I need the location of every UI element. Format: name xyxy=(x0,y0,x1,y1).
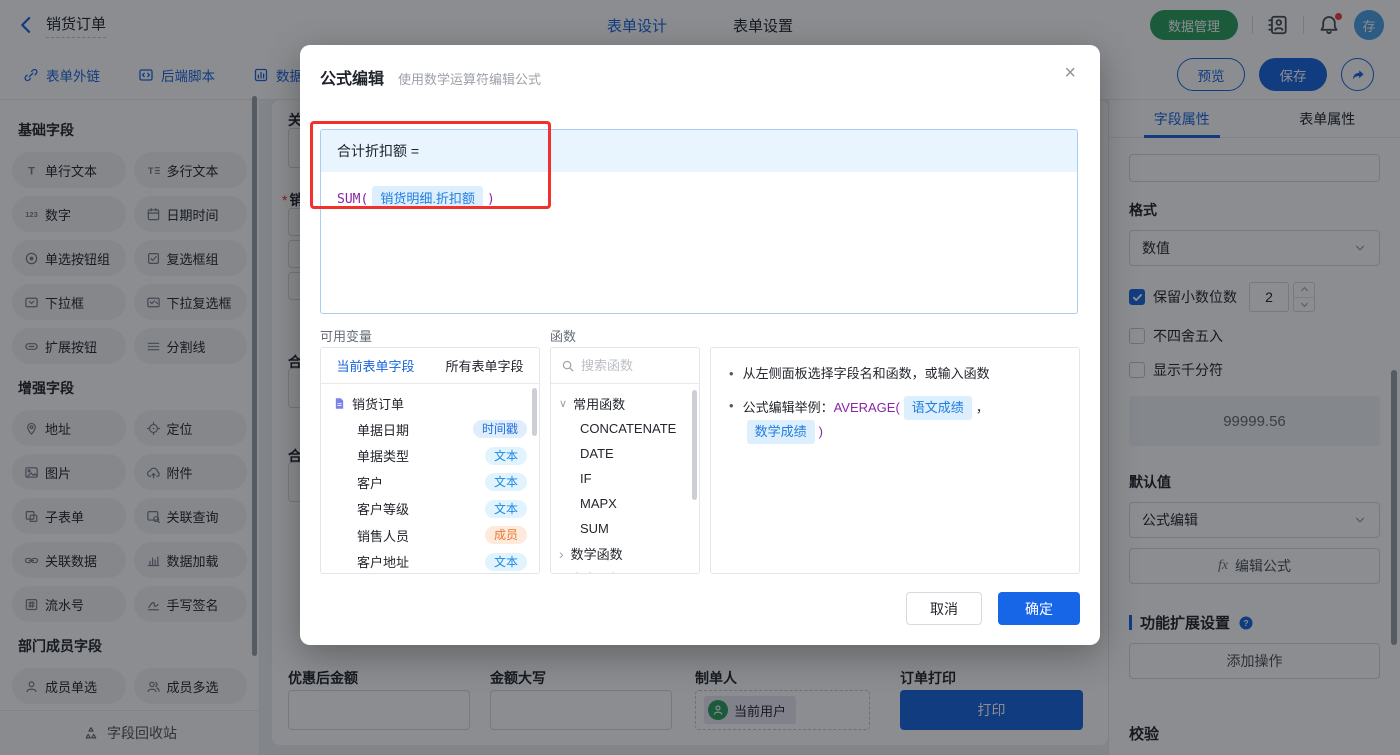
function-row[interactable]: IF xyxy=(559,466,691,491)
field-type-badge: 文本 xyxy=(485,447,527,465)
formula-field-chip[interactable]: 销货明细.折扣额 xyxy=(372,186,483,209)
functions-panel: 常用函数 CONCATENATE DATE IF MAPX SUM 数学函数 文… xyxy=(550,347,700,574)
function-row[interactable]: 常用函数 xyxy=(559,391,691,416)
variable-item[interactable]: 单据日期 时间戳 xyxy=(333,416,527,443)
cancel-button[interactable]: 取消 xyxy=(906,592,982,625)
dialog-subtitle: 使用数学运算符编辑公式 xyxy=(398,69,541,88)
close-icon[interactable]: × xyxy=(1064,63,1076,83)
variables-panel: 当前表单字段 所有表单字段 销货订单 单据日期 时间戳 单据类型 文本 xyxy=(320,347,540,574)
formula-target: 合计折扣额 = xyxy=(321,130,1077,172)
function-row[interactable]: CONCATENATE xyxy=(559,416,691,441)
functions-label: 函数 xyxy=(550,326,576,345)
example-function: AVERAGE( xyxy=(834,400,900,415)
function-row[interactable]: SUM xyxy=(559,516,691,541)
function-row[interactable]: MAPX xyxy=(559,491,691,516)
functions-scrollbar[interactable] xyxy=(692,390,697,500)
formula-editor-dialog: 公式编辑 使用数学运算符编辑公式 × 合计折扣额 = SUM( 销货明细.折扣额)… xyxy=(300,45,1100,645)
formula-function: SUM( xyxy=(337,192,368,207)
dialog-title: 公式编辑 xyxy=(320,65,384,89)
variable-item[interactable]: 客户 文本 xyxy=(333,469,527,496)
tab-all-form-fields[interactable]: 所有表单字段 xyxy=(430,348,539,383)
formula-expression[interactable]: SUM( 销货明细.折扣额) xyxy=(321,172,1077,223)
example-field-chip: 语文成绩 xyxy=(904,396,972,420)
variables-root[interactable]: 销货订单 xyxy=(333,390,527,416)
help-line-1: •从左侧面板选择字段名和函数，或输入函数 xyxy=(729,364,1061,384)
tab-current-form-fields[interactable]: 当前表单字段 xyxy=(321,348,430,383)
confirm-button[interactable]: 确定 xyxy=(998,592,1080,625)
help-line-2: •公式编辑举例：AVERAGE(语文成绩，数学成绩) xyxy=(729,396,1061,444)
variable-item[interactable]: 客户等级 文本 xyxy=(333,496,527,523)
formula-help-panel: •从左侧面板选择字段名和函数，或输入函数 •公式编辑举例：AVERAGE(语文成… xyxy=(710,347,1080,574)
field-type-badge: 成员 xyxy=(485,526,527,544)
function-search-input[interactable] xyxy=(581,358,689,373)
variable-item[interactable]: 销售人员 成员 xyxy=(333,522,527,549)
formula-paren: ) xyxy=(487,192,495,207)
variable-item[interactable]: 单据类型 文本 xyxy=(333,443,527,470)
variable-item[interactable]: 客户地址 文本 xyxy=(333,549,527,575)
field-type-badge: 文本 xyxy=(485,500,527,518)
formula-editor[interactable]: 合计折扣额 = SUM( 销货明细.折扣额) xyxy=(320,129,1078,314)
function-row[interactable]: 文本函数 xyxy=(559,566,691,574)
search-icon xyxy=(561,359,575,373)
function-row[interactable]: 数学函数 xyxy=(559,541,691,566)
form-doc-icon xyxy=(333,397,346,410)
field-type-badge: 文本 xyxy=(485,553,527,571)
field-type-badge: 时间戳 xyxy=(473,420,527,438)
variables-scrollbar[interactable] xyxy=(532,388,537,436)
example-field-chip: 数学成绩 xyxy=(747,420,815,444)
field-type-badge: 文本 xyxy=(485,473,527,491)
function-row[interactable]: DATE xyxy=(559,441,691,466)
variables-label: 可用变量 xyxy=(320,326,372,345)
